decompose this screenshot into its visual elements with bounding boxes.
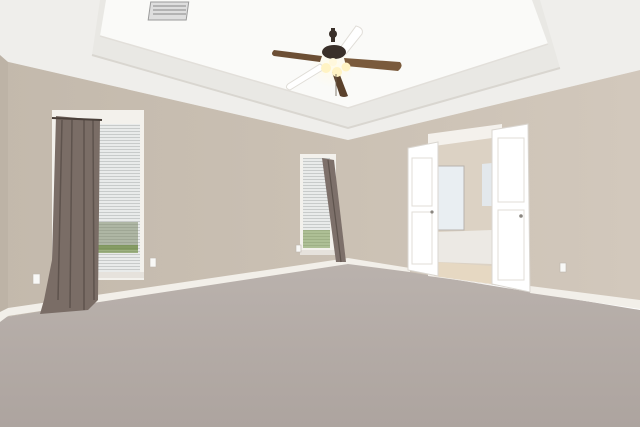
bedroom-scene [0, 0, 640, 427]
left-edge-wall [0, 55, 8, 320]
ceiling-vent [147, 1, 190, 21]
double-door [407, 123, 531, 293]
fan-motor [322, 45, 346, 59]
